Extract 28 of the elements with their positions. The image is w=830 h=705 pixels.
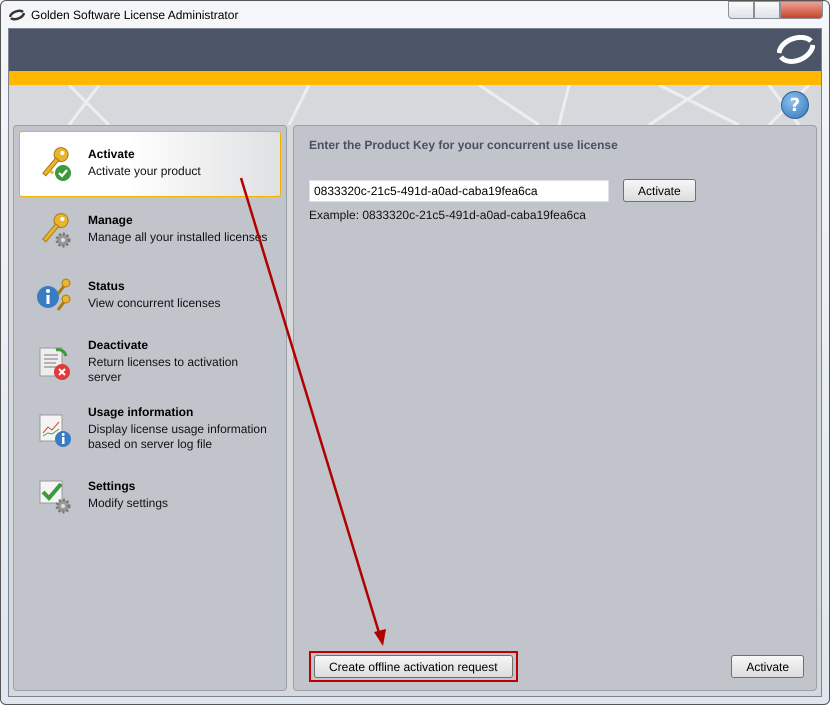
item-title: Activate [88, 147, 136, 161]
item-description: View concurrent licenses [88, 296, 221, 311]
item-description: Activate your product [88, 164, 201, 179]
example-text: Example: 0833320c-21c5-491d-a0ad-caba19fea6ca [309, 208, 587, 222]
activate-button[interactable]: Activate [731, 655, 804, 678]
sidebar-item[interactable]: Status View concurrent licenses [19, 263, 281, 329]
maximize-button[interactable] [754, 1, 780, 19]
item-title: Deactivate [88, 338, 150, 352]
company-logo-icon [777, 35, 815, 65]
minimize-button[interactable] [728, 1, 754, 19]
product-key-field[interactable]: 0833320c-21c5-491d-a0ad-caba19fea6ca [309, 180, 609, 202]
sidebar-item[interactable]: Deactivate Return licenses to activation server [19, 329, 281, 396]
app-logo-icon [9, 8, 25, 20]
item-description: Return licenses to activation server [88, 355, 240, 385]
item-title: Usage information [88, 405, 194, 419]
window-title: Golden Software License Administrator [31, 8, 240, 22]
offline-request-button[interactable]: Create offline activation request [314, 655, 513, 678]
item-description: Display license usage information based on server log file [88, 422, 268, 452]
sidebar-item[interactable]: Settings Modify settings [19, 463, 281, 529]
close-button[interactable] [780, 1, 823, 19]
sidebar-item[interactable]: Activate Activate your product [19, 131, 281, 197]
item-title: Settings [88, 479, 136, 493]
item-description: Modify settings [88, 496, 168, 511]
sidebar-item[interactable]: Usage information Display license usage information based on server log file [19, 396, 281, 463]
activate-button[interactable]: Activate [623, 179, 696, 202]
item-title: Manage [88, 213, 134, 227]
item-title: Status [88, 279, 126, 293]
section-heading: Enter the Product Key for your concurrent use license [309, 138, 619, 152]
